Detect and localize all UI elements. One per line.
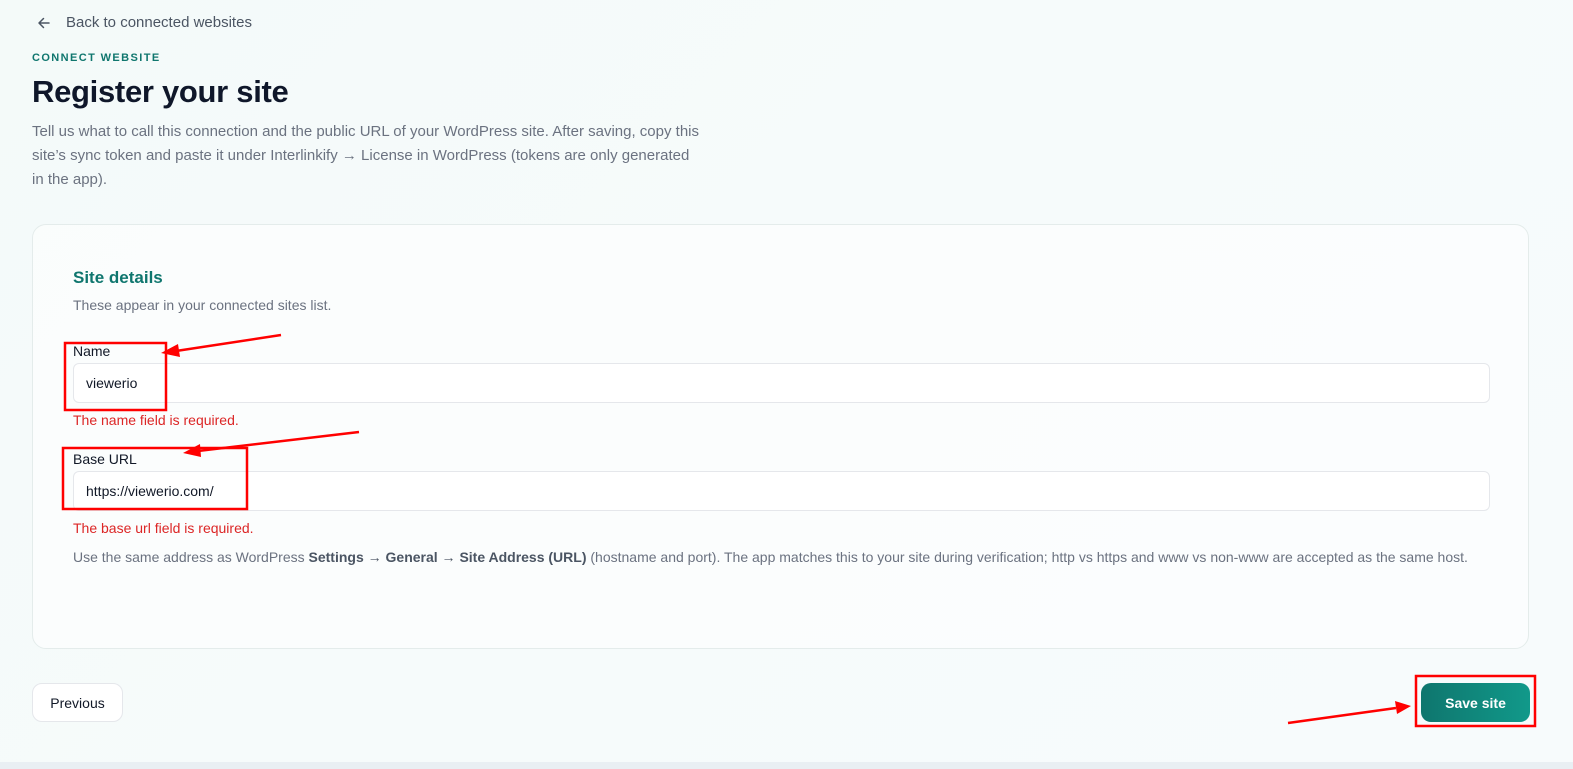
page-title: Register your site (32, 74, 289, 109)
section-title: Site details (73, 268, 163, 287)
base-url-help-text: Use the same address as WordPress Settin… (73, 547, 1493, 567)
base-url-error: The base url field is required. (73, 520, 254, 536)
base-url-input[interactable] (73, 471, 1490, 511)
eyebrow-label: CONNECT WEBSITE (32, 52, 161, 64)
save-arrow-line (1287, 706, 1397, 725)
back-link-label: Back to connected websites (66, 14, 252, 31)
back-link[interactable]: Back to connected websites (36, 14, 252, 31)
name-label: Name (73, 343, 111, 359)
name-input[interactable] (73, 363, 1490, 403)
name-error: The name field is required. (73, 412, 239, 428)
base-url-label: Base URL (73, 451, 137, 467)
previous-button[interactable]: Previous (32, 683, 123, 722)
save-site-button[interactable]: Save site (1421, 683, 1530, 722)
bottom-edge (0, 762, 1573, 769)
save-arrow-head (1395, 701, 1411, 714)
help-text-settings-path: Settings → General → Site Address (URL) (308, 549, 587, 565)
section-description: These appear in your connected sites lis… (73, 297, 332, 313)
arrow-left-icon (36, 15, 52, 31)
page-description: Tell us what to call this connection and… (32, 123, 699, 188)
help-text-suffix: (hostname and port). The app matches thi… (586, 549, 1468, 565)
register-site-page: Back to connected websites CONNECT WEBSI… (0, 0, 1573, 769)
site-details-card: Site details These appear in your connec… (32, 224, 1529, 649)
help-text-prefix: Use the same address as WordPress (73, 549, 309, 565)
